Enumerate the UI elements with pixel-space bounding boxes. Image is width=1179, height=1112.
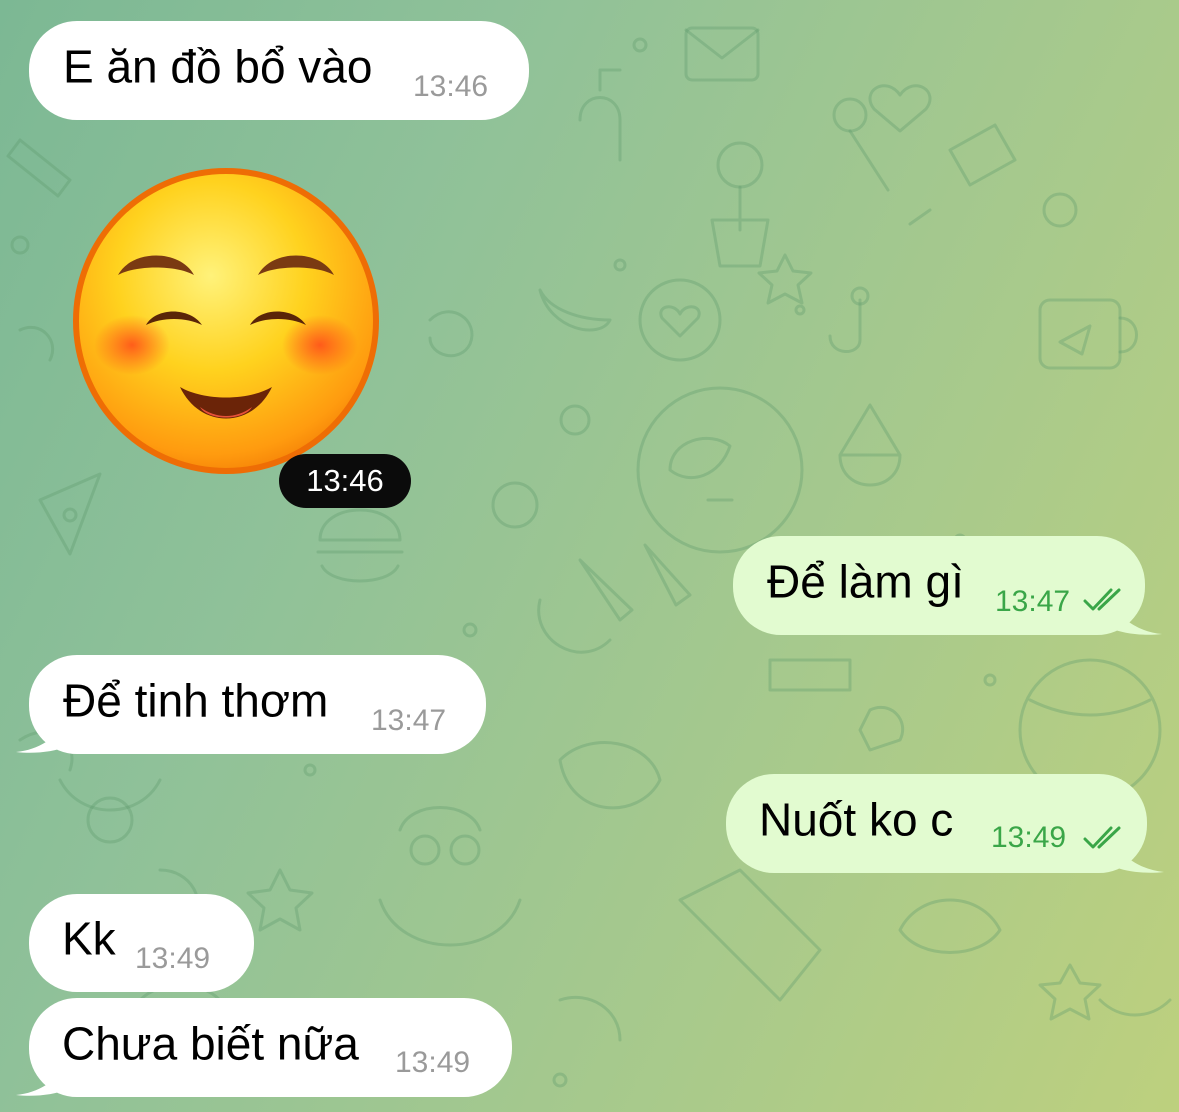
bubble-tail <box>16 718 68 753</box>
message-text: E ăn đồ bổ vào <box>63 40 373 93</box>
message-bubble-outgoing[interactable]: Để làm gì 13:47 <box>733 536 1145 635</box>
message-time: 13:49 <box>991 821 1067 854</box>
bubble-tail <box>1112 838 1164 873</box>
message-bubble-incoming[interactable]: Kk 13:49 <box>29 894 254 992</box>
message-bubble-incoming[interactable]: Chưa biết nữa 13:49 <box>29 998 512 1097</box>
message-text: Để làm gì <box>767 555 964 608</box>
bubble-tail <box>16 1061 68 1096</box>
smiling-face-sticker <box>73 168 379 474</box>
message-time: 13:47 <box>995 585 1071 618</box>
message-text: Nuốt ko c <box>759 793 954 846</box>
message-bubble-outgoing[interactable]: Nuốt ko c 13:49 <box>726 774 1147 873</box>
message-time: 13:49 <box>135 942 211 975</box>
message-bubble-incoming[interactable]: Để tinh thơm 13:47 <box>29 655 486 754</box>
message-text: Để tinh thơm <box>63 674 329 727</box>
message-text: Kk <box>62 912 116 965</box>
bubble-tail <box>1110 600 1162 635</box>
message-time: 13:47 <box>371 704 447 737</box>
sticker-time-badge: 13:46 <box>279 454 411 508</box>
message-bubble-incoming[interactable]: E ăn đồ bổ vào 13:46 <box>29 21 529 120</box>
message-time: 13:46 <box>413 70 489 103</box>
message-text: Chưa biết nữa <box>62 1017 359 1070</box>
message-time: 13:49 <box>395 1046 471 1079</box>
